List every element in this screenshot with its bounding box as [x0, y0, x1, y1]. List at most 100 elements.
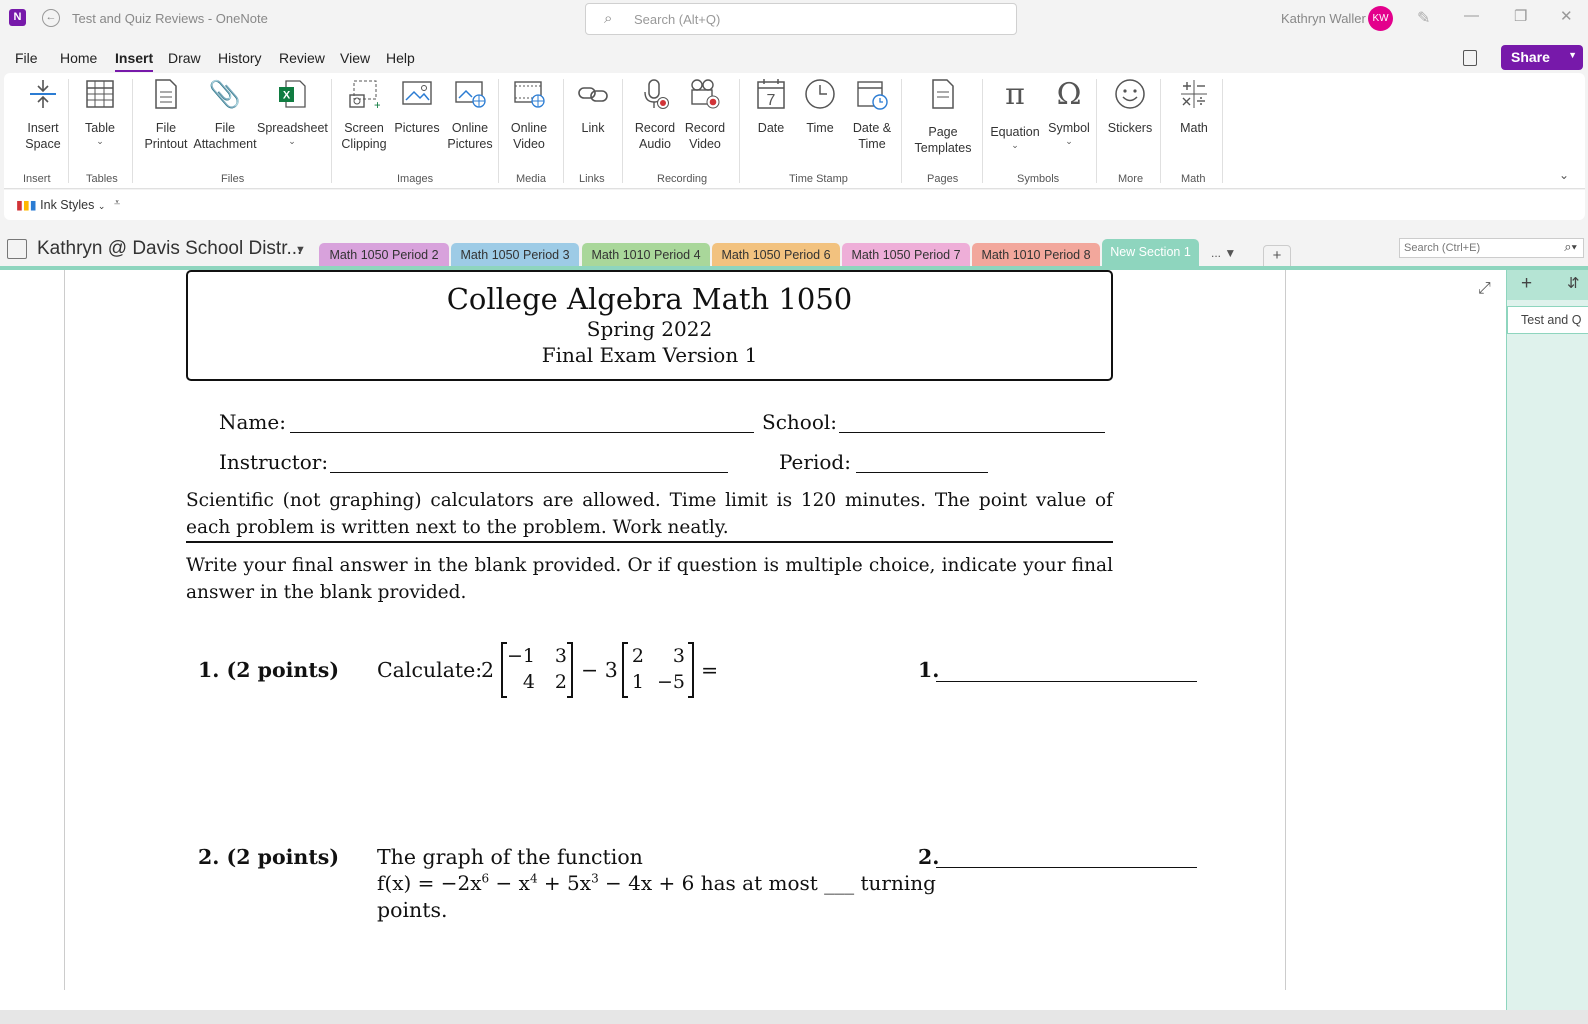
pen-icon[interactable]: ✎ [1417, 8, 1430, 28]
omega-icon: Ω [1056, 76, 1082, 112]
date-time-icon [855, 77, 889, 111]
pictures-button[interactable]: Pictures [392, 77, 442, 136]
date-time-button[interactable]: Date & Time [846, 77, 898, 152]
menu-home[interactable]: Home [60, 50, 97, 66]
record-audio-button[interactable]: Record Audio [630, 77, 680, 152]
maximize-icon[interactable]: ❐ [1514, 7, 1527, 25]
ribbon-separator [1222, 79, 1223, 183]
avatar[interactable]: KW [1368, 6, 1393, 31]
matrix-cell: 4 [522, 671, 535, 693]
expand-icon[interactable]: ⤢ [1478, 280, 1491, 298]
section-tab-active[interactable]: New Section 1 [1102, 239, 1199, 268]
name-label: Name: [219, 410, 286, 434]
search-box[interactable]: ⌕ Search (Alt+Q) [585, 3, 1017, 35]
chevron-down-icon[interactable]: ▼ [1568, 50, 1577, 60]
add-page-icon[interactable]: + [1521, 273, 1532, 295]
online-pictures-button[interactable]: Online Pictures [442, 77, 498, 152]
menu-draw[interactable]: Draw [168, 50, 201, 66]
menu-review[interactable]: Review [279, 50, 325, 66]
page-templates-button[interactable]: Page Templates [908, 77, 978, 156]
back-arrow-icon[interactable]: ← [42, 9, 60, 27]
menu-history[interactable]: History [218, 50, 262, 66]
menu-file[interactable]: File [15, 50, 38, 66]
instructor-label: Instructor: [219, 450, 329, 474]
file-attachment-button[interactable]: 📎 File Attachment [193, 77, 257, 152]
page-list-panel: + ⇵ Test and Q [1506, 270, 1588, 1010]
notebook-icon[interactable] [1463, 50, 1477, 66]
notebook-name[interactable]: Kathryn @ Davis School Distr... [37, 238, 302, 260]
menu-view[interactable]: View [340, 50, 370, 66]
period-line [856, 472, 988, 473]
answer-1-line[interactable] [936, 681, 1197, 682]
ribbon-separator [498, 79, 499, 183]
section-tab[interactable]: Math 1010 Period 8 [972, 243, 1100, 268]
file-attachment-label: File Attachment [193, 121, 257, 151]
page-list-item[interactable]: Test and Q [1507, 306, 1588, 334]
customize-toolbar-icon[interactable]: ⩡ [114, 197, 120, 210]
section-tab-label: New Section 1 [1110, 245, 1191, 259]
group-images: Images [397, 173, 434, 185]
page-canvas[interactable] [0, 270, 1506, 1010]
section-tab[interactable]: Math 1050 Period 3 [451, 243, 579, 268]
online-video-button[interactable]: Online Video [504, 77, 554, 152]
screen-clipping-button[interactable]: + Screen Clipping [336, 77, 392, 152]
page-templates-label: Page Templates [914, 125, 972, 155]
chevron-down-icon[interactable]: ▼ [295, 244, 306, 256]
chevron-down-icon[interactable]: ⌄ [1559, 168, 1569, 182]
page-search-input[interactable]: Search (Ctrl+E) ⌕▾ [1399, 238, 1584, 258]
search-placeholder: Search (Alt+Q) [634, 12, 721, 27]
close-icon[interactable]: ✕ [1560, 7, 1573, 25]
insert-space-button[interactable]: Insert Space [18, 77, 68, 152]
user-name[interactable]: Kathryn Waller [1281, 11, 1366, 26]
stickers-button[interactable]: Stickers [1104, 77, 1156, 136]
page-list-header: + ⇵ [1507, 270, 1588, 300]
screen-clipping-icon: + [347, 77, 381, 111]
exam-title: College Algebra Math 1050 [446, 282, 853, 316]
record-video-button[interactable]: Record Video [680, 77, 730, 152]
exam-term: Spring 2022 [586, 317, 713, 341]
sort-icon[interactable]: ⇵ [1567, 274, 1580, 292]
more-sections-button[interactable]: ... ▼ [1211, 246, 1236, 260]
link-button[interactable]: Link [572, 77, 614, 136]
section-tab[interactable]: Math 1010 Period 4 [582, 243, 710, 268]
share-button[interactable]: Share ▼ [1501, 45, 1583, 70]
pen-icon: ▮ [29, 198, 37, 212]
section-tab[interactable]: Math 1050 Period 6 [712, 243, 840, 268]
minimize-icon[interactable]: — [1464, 7, 1479, 24]
table-button[interactable]: Table ⌄ [77, 77, 123, 147]
equation-button[interactable]: π Equation ⌄ [988, 77, 1042, 151]
date-button[interactable]: 7 Date [750, 77, 792, 136]
symbol-button[interactable]: Ω Symbol ⌄ [1044, 77, 1094, 147]
time-button[interactable]: Time [799, 77, 841, 136]
record-audio-icon [638, 77, 672, 111]
symbol-label: Symbol [1048, 121, 1090, 135]
notebook-icon[interactable] [7, 239, 27, 259]
equation-label: Equation [990, 125, 1040, 139]
math-button[interactable]: Math [1172, 77, 1216, 136]
instructor-line [330, 472, 728, 473]
pi-icon: π [1005, 76, 1025, 112]
menu-insert[interactable]: Insert [115, 50, 154, 72]
group-insert: Insert [23, 173, 51, 185]
spreadsheet-button[interactable]: X Spreadsheet ⌄ [257, 77, 328, 147]
record-video-icon [688, 77, 722, 111]
question-2-line-1: The graph of the function [377, 845, 643, 869]
menu-bar: File Home Insert Draw History Review Vie… [0, 44, 1588, 72]
onenote-icon: N [9, 9, 26, 26]
school-label: School: [762, 410, 837, 434]
online-video-label: Online Video [510, 121, 548, 151]
menu-help[interactable]: Help [386, 50, 415, 66]
search-icon[interactable]: ⌕▾ [1564, 239, 1577, 255]
svg-text:+: + [374, 98, 380, 109]
record-audio-label: Record Audio [634, 121, 676, 151]
divider [186, 541, 1113, 543]
add-section-button[interactable]: + [1263, 245, 1291, 267]
ink-styles-button[interactable]: ▮▮▮ Ink Styles ⌄ [16, 197, 105, 212]
spreadsheet-label: Spreadsheet [257, 121, 328, 135]
section-tab[interactable]: Math 1050 Period 7 [842, 243, 970, 268]
answer-1-label: 1. [918, 658, 940, 682]
file-printout-button[interactable]: File Printout [139, 77, 193, 152]
answer-2-line[interactable] [936, 867, 1197, 868]
matrix-cell: −5 [656, 671, 685, 693]
section-tab[interactable]: Math 1050 Period 2 [319, 243, 449, 268]
